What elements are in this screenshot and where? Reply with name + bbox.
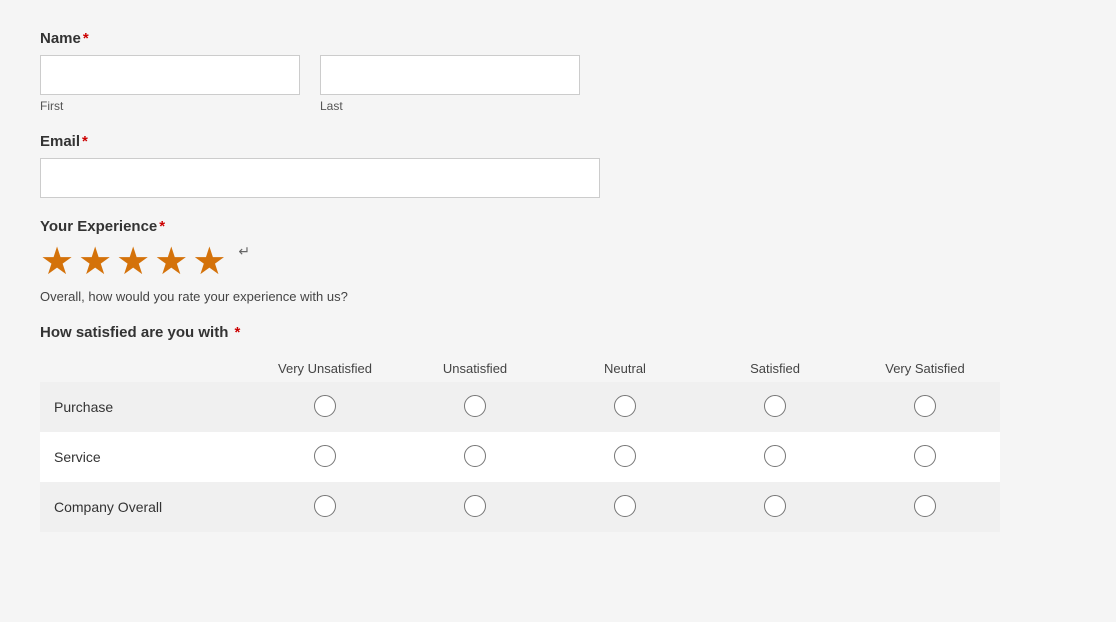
name-label-text: Name (40, 30, 81, 47)
service-very-unsatisfied-radio[interactable] (314, 445, 336, 467)
company-very-satisfied-radio[interactable] (914, 495, 936, 517)
purchase-very-satisfied-cell (850, 382, 1000, 432)
header-unsatisfied: Unsatisfied (400, 355, 550, 382)
satisfaction-table: Very Unsatisfied Unsatisfied Neutral Sat… (40, 355, 1000, 532)
satisfaction-header-row: Very Unsatisfied Unsatisfied Neutral Sat… (40, 355, 1000, 382)
service-satisfied-radio[interactable] (764, 445, 786, 467)
table-row: Company Overall (40, 482, 1000, 532)
company-very-unsatisfied-radio[interactable] (314, 495, 336, 517)
email-input[interactable] (40, 158, 600, 198)
name-required-marker: * (83, 30, 89, 47)
service-neutral-radio[interactable] (614, 445, 636, 467)
company-satisfied-radio[interactable] (764, 495, 786, 517)
experience-label-text: Your Experience (40, 218, 157, 235)
purchase-unsatisfied-radio[interactable] (464, 395, 486, 417)
company-neutral-radio[interactable] (614, 495, 636, 517)
purchase-very-unsatisfied-cell (250, 382, 400, 432)
name-section: Name* First Last (40, 30, 1076, 113)
last-label: Last (320, 99, 580, 113)
company-very-satisfied-cell (850, 482, 1000, 532)
experience-note: Overall, how would you rate your experie… (40, 289, 1076, 304)
row-label-purchase: Purchase (40, 382, 250, 432)
experience-section: Your Experience* ★ ★ ★ ★ ★ ↵ Overall, ho… (40, 218, 1076, 304)
service-satisfied-cell (700, 432, 850, 482)
row-label-service: Service (40, 432, 250, 482)
purchase-very-unsatisfied-radio[interactable] (314, 395, 336, 417)
service-very-unsatisfied-cell (250, 432, 400, 482)
email-label: Email* (40, 133, 1076, 150)
company-very-unsatisfied-cell (250, 482, 400, 532)
star-2[interactable]: ★ (78, 243, 112, 281)
purchase-satisfied-radio[interactable] (764, 395, 786, 417)
first-name-input[interactable] (40, 55, 300, 95)
header-satisfied: Satisfied (700, 355, 850, 382)
last-name-field: Last (320, 55, 580, 113)
service-very-satisfied-radio[interactable] (914, 445, 936, 467)
satisfaction-title: How satisfied are you with * (40, 324, 1076, 341)
last-name-input[interactable] (320, 55, 580, 95)
header-very-satisfied: Very Satisfied (850, 355, 1000, 382)
cursor-icon: ↵ (238, 243, 250, 281)
purchase-neutral-cell (550, 382, 700, 432)
experience-label: Your Experience* (40, 218, 1076, 235)
first-name-field: First (40, 55, 300, 113)
star-3[interactable]: ★ (116, 243, 150, 281)
star-rating[interactable]: ★ ★ ★ ★ ★ ↵ (40, 243, 1076, 281)
purchase-neutral-radio[interactable] (614, 395, 636, 417)
row-label-company-overall: Company Overall (40, 482, 250, 532)
header-very-unsatisfied: Very Unsatisfied (250, 355, 400, 382)
company-neutral-cell (550, 482, 700, 532)
satisfaction-label-text: How satisfied are you with (40, 324, 228, 341)
company-unsatisfied-cell (400, 482, 550, 532)
star-4[interactable]: ★ (154, 243, 188, 281)
table-row: Purchase (40, 382, 1000, 432)
service-neutral-cell (550, 432, 700, 482)
service-unsatisfied-cell (400, 432, 550, 482)
service-very-satisfied-cell (850, 432, 1000, 482)
name-label: Name* (40, 30, 1076, 47)
email-label-text: Email (40, 133, 80, 150)
first-label: First (40, 99, 300, 113)
header-empty (40, 355, 250, 382)
purchase-very-satisfied-radio[interactable] (914, 395, 936, 417)
name-row: First Last (40, 55, 1076, 113)
service-unsatisfied-radio[interactable] (464, 445, 486, 467)
header-neutral: Neutral (550, 355, 700, 382)
table-row: Service (40, 432, 1000, 482)
purchase-satisfied-cell (700, 382, 850, 432)
purchase-unsatisfied-cell (400, 382, 550, 432)
experience-required-marker: * (159, 218, 165, 235)
satisfaction-required-marker: * (235, 324, 241, 341)
company-satisfied-cell (700, 482, 850, 532)
star-1[interactable]: ★ (40, 243, 74, 281)
email-section: Email* (40, 133, 1076, 198)
satisfaction-section: How satisfied are you with * Very Unsati… (40, 324, 1076, 532)
email-required-marker: * (82, 133, 88, 150)
star-5[interactable]: ★ (192, 243, 226, 281)
company-unsatisfied-radio[interactable] (464, 495, 486, 517)
